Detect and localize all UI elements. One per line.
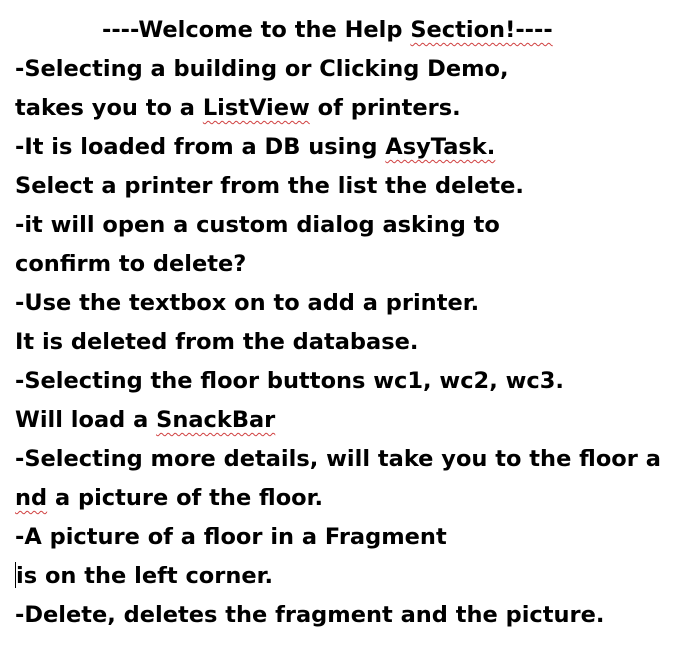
misspelled-word-asytask: AsyTask. bbox=[385, 134, 496, 160]
help-line-9: -Selecting the floor buttons wc1, wc2, w… bbox=[15, 366, 564, 396]
help-line-4: Select a printer from the list the delet… bbox=[15, 171, 524, 201]
misspelled-word-nd: nd bbox=[15, 485, 48, 511]
help-line-3: -It is loaded from a DB using AsyTask. bbox=[15, 132, 495, 162]
help-line-text: Will load a bbox=[15, 407, 157, 433]
help-line-12: nd a picture of the floor. bbox=[15, 483, 323, 513]
help-line-text: is on the left corner. bbox=[16, 563, 274, 589]
help-line-text: -A picture of a floor in a Fragment bbox=[15, 524, 447, 550]
help-line-6: confirm to delete? bbox=[15, 249, 246, 279]
help-line-text: -It is loaded from a DB using bbox=[15, 134, 386, 160]
help-line-15: -Delete, deletes the fragment and the pi… bbox=[15, 600, 604, 630]
help-title-misspelled-word: Section!---- bbox=[410, 17, 553, 43]
help-line-13: -A picture of a floor in a Fragment bbox=[15, 522, 447, 552]
help-line-text: -Selecting the floor buttons wc1, wc2, w… bbox=[15, 368, 564, 394]
help-line-2: takes you to a ListView of printers. bbox=[15, 93, 461, 123]
help-line-7: -Use the textbox on to add a printer. bbox=[15, 288, 479, 318]
help-line-text: -Selecting more details, will take you t… bbox=[15, 446, 661, 472]
help-line-text: of printers. bbox=[309, 95, 461, 121]
help-title: ----Welcome to the Help Section!---- bbox=[102, 15, 553, 45]
help-line-text: -Use the textbox on to add a printer. bbox=[15, 290, 480, 316]
help-line-text: -Delete, deletes the fragment and the pi… bbox=[15, 602, 605, 628]
help-line-8: It is deleted from the database. bbox=[15, 327, 418, 357]
document-page[interactable]: ----Welcome to the Help Section!---- -Se… bbox=[0, 0, 687, 655]
help-line-1: -Selecting a building or Clicking Demo, bbox=[15, 54, 509, 84]
help-line-text: confirm to delete? bbox=[15, 251, 247, 277]
help-title-text: ----Welcome to the Help bbox=[102, 17, 411, 43]
misspelled-word-listview: ListView bbox=[202, 95, 310, 121]
help-line-text: It is deleted from the database. bbox=[15, 329, 419, 355]
help-line-text: takes you to a bbox=[15, 95, 203, 121]
help-line-text: Select a printer from the list the delet… bbox=[15, 173, 524, 199]
help-line-10: Will load a SnackBar bbox=[15, 405, 275, 435]
help-line-text: -Selecting a building or Clicking Demo, bbox=[15, 56, 509, 82]
help-line-5: -it will open a custom dialog asking to bbox=[15, 210, 500, 240]
help-line-11: -Selecting more details, will take you t… bbox=[15, 444, 661, 474]
help-line-text: a picture of the floor. bbox=[47, 485, 324, 511]
help-line-14: is on the left corner. bbox=[15, 561, 273, 591]
misspelled-word-snackbar: SnackBar bbox=[156, 407, 276, 433]
help-line-text: -it will open a custom dialog asking to bbox=[15, 212, 500, 238]
